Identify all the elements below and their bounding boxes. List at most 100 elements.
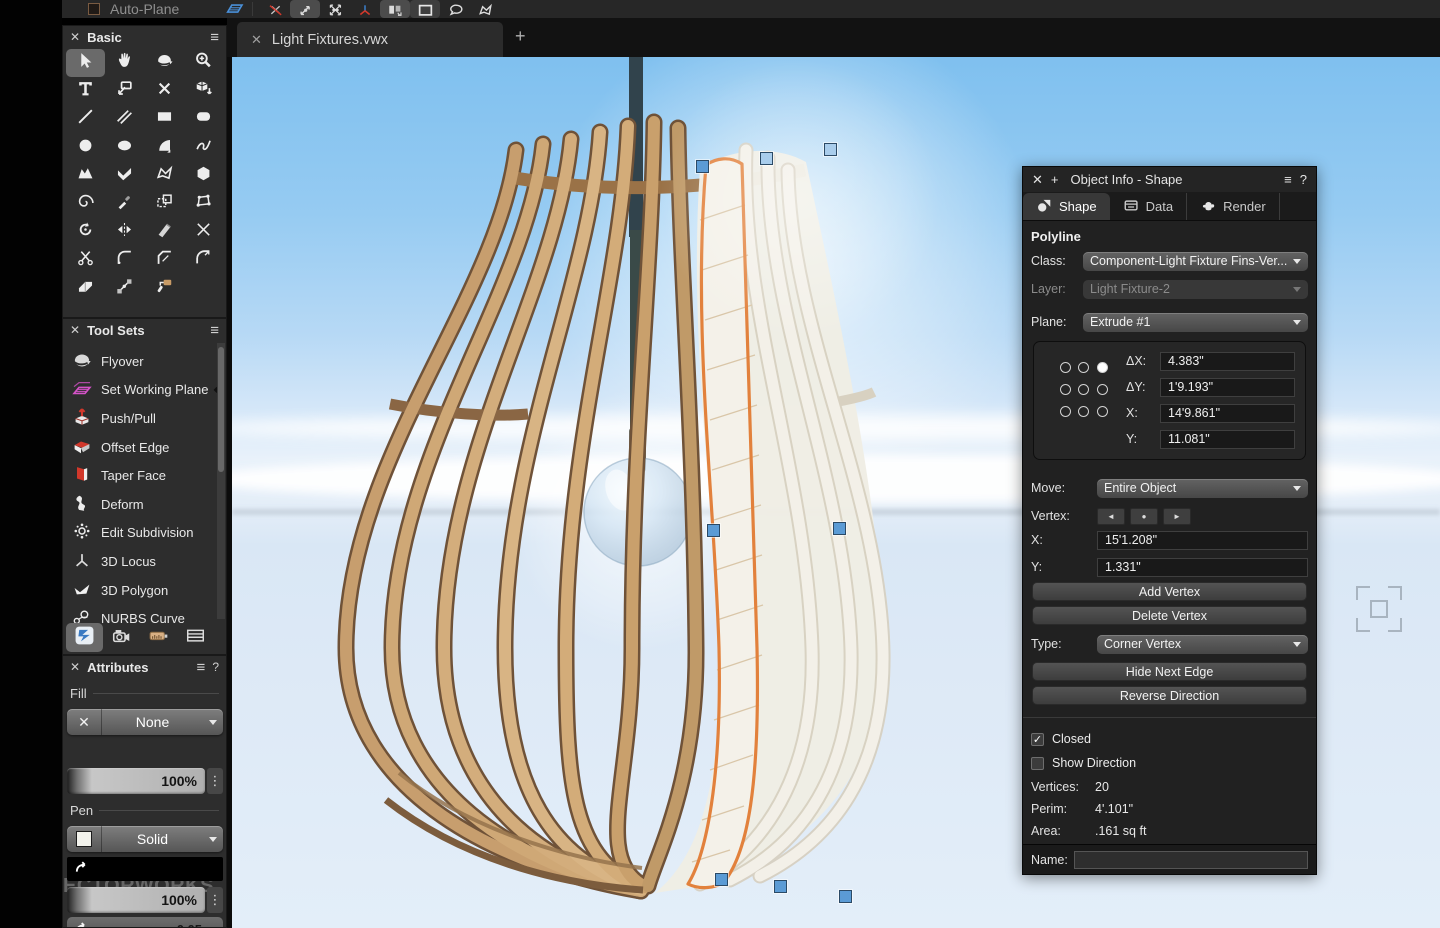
- polygon-tool[interactable]: [66, 162, 105, 190]
- text-tool[interactable]: [66, 77, 105, 105]
- fillet-radius-tool[interactable]: [184, 246, 223, 274]
- item-offset-edge[interactable]: Offset Edge: [63, 433, 226, 462]
- chamfer-tool[interactable]: [145, 246, 184, 274]
- move-dropdown[interactable]: Entire Object: [1097, 479, 1308, 498]
- new-tab-button[interactable]: +: [515, 26, 526, 47]
- help-icon[interactable]: ?: [1300, 172, 1307, 187]
- selection-handle-5[interactable]: [715, 873, 728, 886]
- close-icon[interactable]: ✕: [70, 30, 80, 44]
- anchor-radio-2-0[interactable]: [1060, 406, 1071, 417]
- reshape-tool[interactable]: [184, 190, 223, 218]
- attribute-mapping-tool[interactable]: [145, 275, 184, 303]
- lasso-selection-icon[interactable]: [440, 0, 470, 18]
- current-vertex-button[interactable]: ●: [1130, 508, 1158, 525]
- anchor-radio-2-2[interactable]: [1097, 406, 1108, 417]
- constrain-disabled-icon[interactable]: [260, 0, 290, 18]
- delta-y-field[interactable]: 1'9.193": [1160, 378, 1295, 397]
- rotate-tool[interactable]: [66, 218, 105, 246]
- regular-polygon-tool[interactable]: [184, 162, 223, 190]
- screen-aligned-objects-icon[interactable]: [380, 0, 410, 18]
- class-dropdown[interactable]: Component-Light Fixture Fins-Ver...: [1083, 252, 1308, 271]
- working-plane-icon[interactable]: [225, 0, 245, 18]
- show-direction-checkbox[interactable]: [1031, 757, 1044, 770]
- split-tool[interactable]: [66, 246, 105, 274]
- delete-vertex-button[interactable]: Delete Vertex: [1032, 606, 1307, 625]
- item-3d-locus[interactable]: 3D Locus: [63, 547, 226, 576]
- selection-handle-7[interactable]: [839, 890, 852, 903]
- close-icon[interactable]: ✕: [1032, 172, 1043, 188]
- selection-handle-1[interactable]: [760, 152, 773, 165]
- vertex-type-dropdown[interactable]: Corner Vertex: [1097, 635, 1308, 654]
- toolset-3d-modeling[interactable]: [66, 623, 103, 652]
- double-line-tool[interactable]: [105, 105, 144, 133]
- polygon-selection-icon[interactable]: [470, 0, 500, 18]
- zoom-tool[interactable]: [184, 49, 223, 77]
- closed-checkbox[interactable]: ✓: [1031, 733, 1044, 746]
- anchor-radio-2-1[interactable]: [1078, 406, 1089, 417]
- vertex-x-field[interactable]: 15'1.208": [1097, 531, 1308, 550]
- clip-tool[interactable]: [66, 275, 105, 303]
- help-icon[interactable]: ?: [212, 660, 219, 674]
- connect-combine-tool[interactable]: [105, 275, 144, 303]
- pan-tool[interactable]: [105, 49, 144, 77]
- arc-tool[interactable]: [145, 134, 184, 162]
- item-shape[interactable]: Shape: [1023, 193, 1110, 220]
- fit-to-objects-tool[interactable]: [105, 77, 144, 105]
- item-deform[interactable]: Deform: [63, 490, 226, 519]
- toolset-building-shell[interactable]: [177, 623, 214, 652]
- rectangle-tool[interactable]: [145, 105, 184, 133]
- palette-menu-icon[interactable]: ≡: [210, 322, 219, 339]
- anchor-radio-1-0[interactable]: [1060, 384, 1071, 395]
- pen-opacity-slider[interactable]: 100%: [67, 887, 205, 913]
- next-vertex-button[interactable]: ►: [1163, 508, 1191, 525]
- add-vertex-button[interactable]: Add Vertex: [1032, 582, 1307, 601]
- close-icon[interactable]: ✕: [70, 660, 80, 674]
- unified-view-tool[interactable]: [184, 77, 223, 105]
- select-similar-tool[interactable]: [145, 190, 184, 218]
- x-field[interactable]: 14'9.861": [1160, 404, 1295, 423]
- tab-close-icon[interactable]: ✕: [251, 32, 262, 48]
- ellipse-tool[interactable]: [105, 134, 144, 162]
- shear-tool[interactable]: [145, 218, 184, 246]
- polyline-tool[interactable]: [105, 162, 144, 190]
- selection-handle-2[interactable]: [824, 143, 837, 156]
- add-icon[interactable]: +: [1051, 172, 1059, 187]
- item-flyover[interactable]: Flyover: [63, 347, 226, 376]
- single-object-interactive-scaling-icon[interactable]: [290, 0, 320, 18]
- palette-menu-icon[interactable]: ≡: [210, 29, 219, 46]
- pen-opacity-options-button[interactable]: ⋮: [207, 887, 223, 913]
- item-push-pull[interactable]: Push/Pull: [63, 404, 226, 433]
- eyedropper-tool[interactable]: [105, 190, 144, 218]
- fillet-tool[interactable]: [105, 246, 144, 274]
- freehand-tool[interactable]: [184, 134, 223, 162]
- item-taper-face[interactable]: Taper Face: [63, 461, 226, 490]
- rounded-rectangle-tool[interactable]: [184, 105, 223, 133]
- selection-handle-6[interactable]: [774, 880, 787, 893]
- item-3d-polygon[interactable]: 3D Polygon: [63, 576, 226, 605]
- 3d-axes-icon[interactable]: [350, 0, 380, 18]
- item-edit-subdivision[interactable]: Edit Subdivision: [63, 519, 226, 548]
- vertex-y-field[interactable]: 1.331": [1097, 558, 1308, 577]
- selection-handle-4[interactable]: [833, 522, 846, 535]
- fill-opacity-options-button[interactable]: ⋮: [207, 768, 223, 794]
- fill-opacity-slider[interactable]: 100%: [67, 768, 205, 794]
- toolset-dims-notes[interactable]: [140, 623, 177, 652]
- line-tool[interactable]: [66, 105, 105, 133]
- anchor-radio-1-2[interactable]: [1097, 384, 1108, 395]
- auto-plane-checkbox[interactable]: [88, 3, 100, 15]
- multiple-object-interactive-scaling-icon[interactable]: [320, 0, 350, 18]
- reverse-direction-button[interactable]: Reverse Direction: [1032, 686, 1307, 705]
- close-icon[interactable]: ✕: [70, 323, 80, 337]
- palette-menu-icon[interactable]: ≡: [197, 659, 206, 676]
- mirror-tool[interactable]: [105, 218, 144, 246]
- y-field[interactable]: 11.081": [1160, 430, 1295, 449]
- delta-x-field[interactable]: 4.383": [1160, 352, 1295, 371]
- pen-thickness-dropdown[interactable]: 0.05: [67, 917, 223, 928]
- selection-handle-0[interactable]: [696, 160, 709, 173]
- anchor-point-grid[interactable]: [1056, 356, 1112, 422]
- tab-light-fixtures[interactable]: ✕ Light Fixtures.vwx: [237, 22, 503, 57]
- item-set-working-plane[interactable]: Set Working Plane ◆: [63, 376, 226, 405]
- name-field[interactable]: [1074, 851, 1308, 869]
- selection-tool[interactable]: [66, 49, 105, 77]
- pen-style-dropdown[interactable]: Solid: [67, 826, 223, 852]
